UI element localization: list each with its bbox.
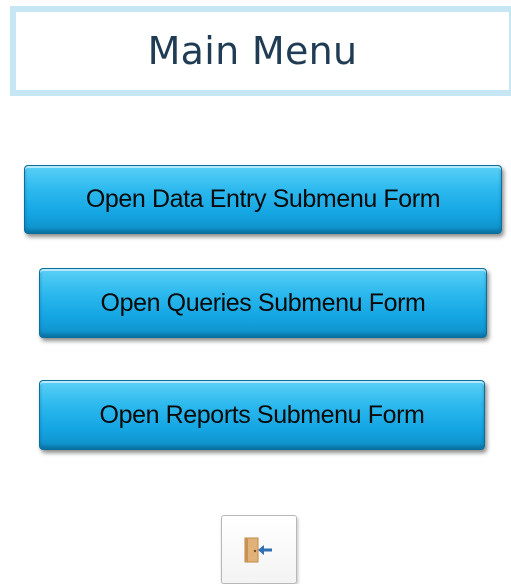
open-queries-submenu-button[interactable]: Open Queries Submenu Form xyxy=(39,268,487,338)
open-reports-submenu-button[interactable]: Open Reports Submenu Form xyxy=(39,380,485,450)
main-menu-form: Main Menu Open Data Entry Submenu Form O… xyxy=(0,0,511,584)
exit-button[interactable] xyxy=(221,515,297,584)
title-box: Main Menu xyxy=(10,6,511,96)
page-title: Main Menu xyxy=(147,29,358,73)
exit-door-icon xyxy=(244,537,272,562)
open-data-entry-submenu-button[interactable]: Open Data Entry Submenu Form xyxy=(24,165,502,234)
